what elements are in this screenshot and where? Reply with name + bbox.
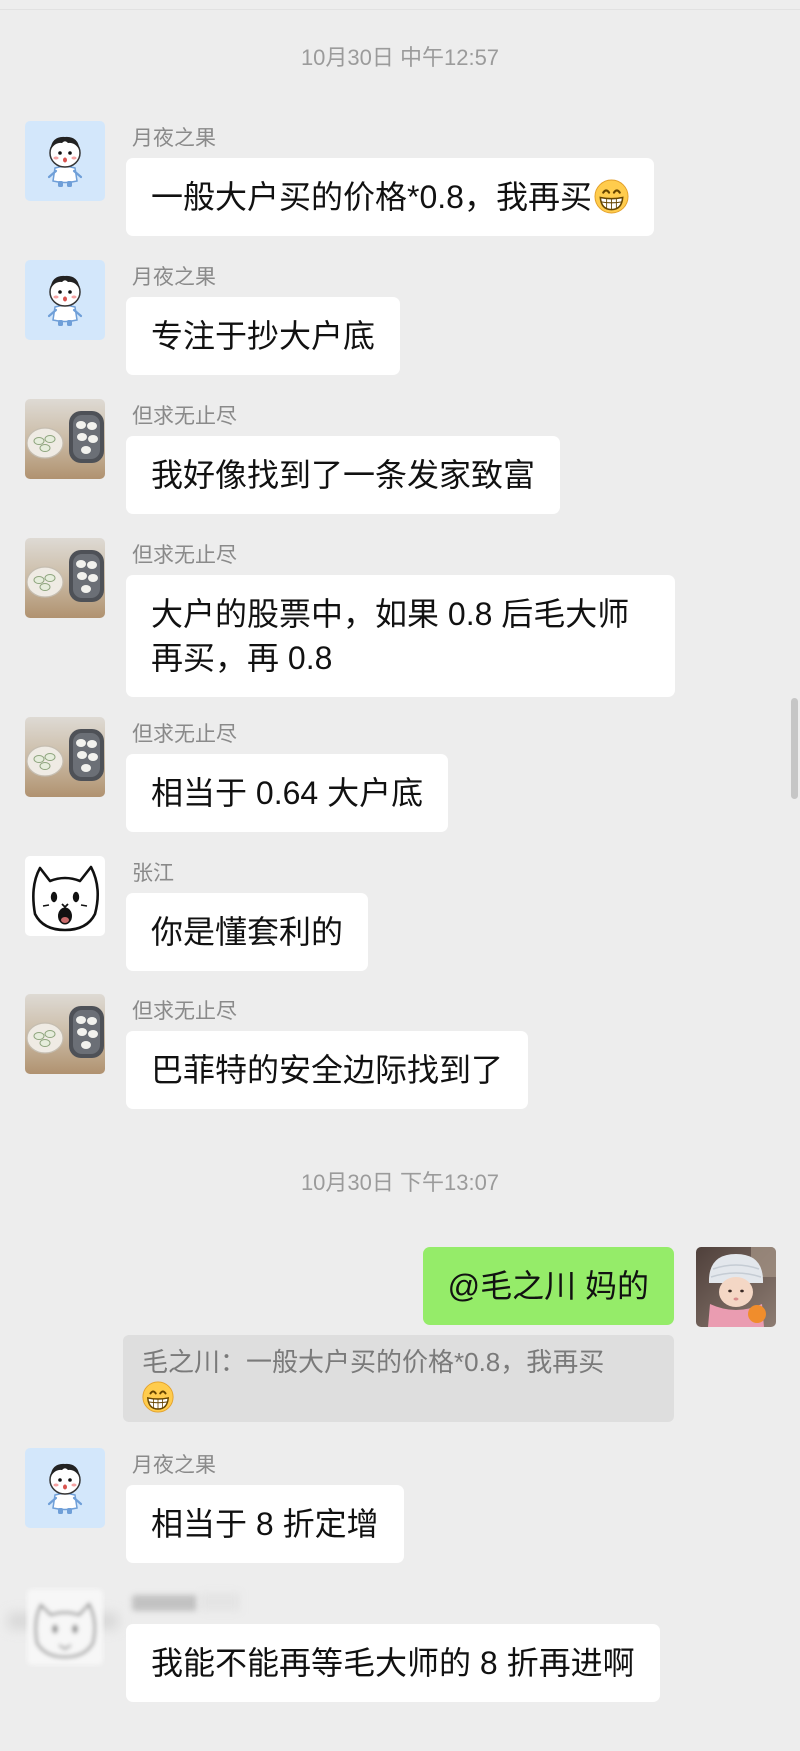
message-row: 但求无止尽 巴菲特的安全边际找到了 <box>0 994 800 1114</box>
message-row: 但求无止尽 相当于 0.64 大户底 <box>0 717 800 837</box>
sender-name-blurred <box>132 1595 197 1611</box>
cartoon-character-avatar-icon <box>25 260 105 340</box>
food-photo-avatar-icon <box>25 399 105 479</box>
sender-name: 但求无止尽 <box>132 723 237 746</box>
avatar-image <box>25 717 105 797</box>
avatar-image <box>25 1448 105 1528</box>
avatar-blurred[interactable] <box>25 1587 105 1667</box>
message-text: 专注于抄大户底 <box>151 318 376 354</box>
emoji-image <box>595 180 628 213</box>
cat-drawing-avatar-icon <box>25 856 105 936</box>
avatar-zhangjiang[interactable] <box>25 856 105 936</box>
message-bubble[interactable]: 我好像找到了一条发家致富 <box>126 436 561 514</box>
avatar-yueyezhiguo[interactable] <box>25 260 105 340</box>
avatar-image <box>25 260 105 340</box>
top-divider <box>0 9 800 10</box>
message-bubble[interactable]: 相当于 0.64 大户底 <box>126 754 449 832</box>
avatar-image <box>25 399 105 479</box>
sender-name: 但求无止尽 <box>132 544 237 567</box>
message-row: 张江 你是懂套利的 <box>0 856 800 976</box>
sender-name: 月夜之果 <box>132 266 216 289</box>
sender-name: 但求无止尽 <box>132 1000 237 1023</box>
timestamp: 10月30日 下午13:07 <box>300 1170 500 1195</box>
avatar-image <box>25 856 105 936</box>
self-avatar[interactable] <box>696 1247 776 1327</box>
message-row: 月夜之果 一般大户买的价格*0.8，我再买 <box>0 121 800 241</box>
quoted-text: 毛之川：一般大户买的价格*0.8，我再买 <box>142 1347 605 1377</box>
avatar-image <box>25 121 105 201</box>
timestamp: 10月30日 中午12:57 <box>300 45 500 70</box>
message-row: 月夜之果 专注于抄大户底 <box>0 260 800 380</box>
sender-name: 月夜之果 <box>132 127 216 150</box>
message-bubble[interactable]: 相当于 8 折定增 <box>126 1485 404 1563</box>
sender-name: 但求无止尽 <box>132 405 237 428</box>
avatar-danqiuwuzhijin[interactable] <box>25 399 105 479</box>
message-text: @毛之川 妈的 <box>447 1268 649 1304</box>
avatar-yueyezhiguo[interactable] <box>25 1448 105 1528</box>
avatar-image <box>27 1589 103 1665</box>
sender-name: 张江 <box>132 862 174 885</box>
message-bubble[interactable]: 你是懂套利的 <box>126 893 369 971</box>
food-photo-avatar-icon <box>25 994 105 1074</box>
avatar-image <box>25 538 105 618</box>
sender-name: 月夜之果 <box>132 1454 216 1477</box>
message-text: 你是懂套利的 <box>151 914 344 950</box>
message-text: 巴菲特的安全边际找到了 <box>151 1052 504 1088</box>
food-photo-avatar-icon <box>25 538 105 618</box>
message-bubble[interactable]: 大户的股票中，如果 0.8 后毛大师再买，再 0.8 <box>126 575 675 697</box>
message-text: 相当于 0.64 大户底 <box>151 775 424 811</box>
avatar-image <box>25 994 105 1074</box>
message-text: 一般大户买的价格*0.8，我再买 <box>151 179 592 215</box>
message-bubble[interactable]: 我能不能再等毛大师的 8 折再进啊 <box>126 1624 660 1702</box>
blur-smudge <box>200 1593 240 1611</box>
message-text: 我能不能再等毛大师的 8 折再进啊 <box>151 1645 635 1681</box>
grinning-face-icon <box>594 179 629 214</box>
avatar-yueyezhiguo[interactable] <box>25 121 105 201</box>
outgoing-message-bubble[interactable]: @毛之川 妈的 <box>422 1247 674 1325</box>
quoted-message[interactable]: 毛之川：一般大户买的价格*0.8，我再买 <box>123 1335 674 1422</box>
message-row: 月夜之果 相当于 8 折定增 <box>0 1448 800 1568</box>
avatar-danqiuwuzhijin[interactable] <box>25 538 105 618</box>
message-bubble[interactable]: 专注于抄大户底 <box>126 297 401 375</box>
grinning-face-icon <box>142 1381 174 1413</box>
scrollbar-thumb[interactable] <box>791 698 798 799</box>
message-bubble[interactable]: 巴菲特的安全边际找到了 <box>126 1031 529 1109</box>
food-photo-avatar-icon <box>25 717 105 797</box>
message-text: 相当于 8 折定增 <box>151 1506 379 1542</box>
avatar-danqiuwuzhijin[interactable] <box>25 994 105 1074</box>
cartoon-character-avatar-icon <box>25 1448 105 1528</box>
cartoon-character-avatar-icon <box>25 121 105 201</box>
emoji-image <box>143 1382 173 1412</box>
message-text: 大户的股票中，如果 0.8 后毛大师再买，再 0.8 <box>151 596 630 676</box>
message-row: 我能不能再等毛大师的 8 折再进啊 <box>0 1587 800 1707</box>
message-bubble[interactable]: 一般大户买的价格*0.8，我再买 <box>126 158 654 236</box>
avatar-danqiuwuzhijin[interactable] <box>25 717 105 797</box>
blurred-avatar-icon <box>25 1587 105 1667</box>
message-row: 但求无止尽 大户的股票中，如果 0.8 后毛大师再买，再 0.8 <box>0 538 800 697</box>
avatar-image <box>696 1247 776 1327</box>
message-text: 我好像找到了一条发家致富 <box>151 457 536 493</box>
baby-photo-avatar-icon <box>696 1247 776 1327</box>
message-row: 但求无止尽 我好像找到了一条发家致富 <box>0 399 800 519</box>
